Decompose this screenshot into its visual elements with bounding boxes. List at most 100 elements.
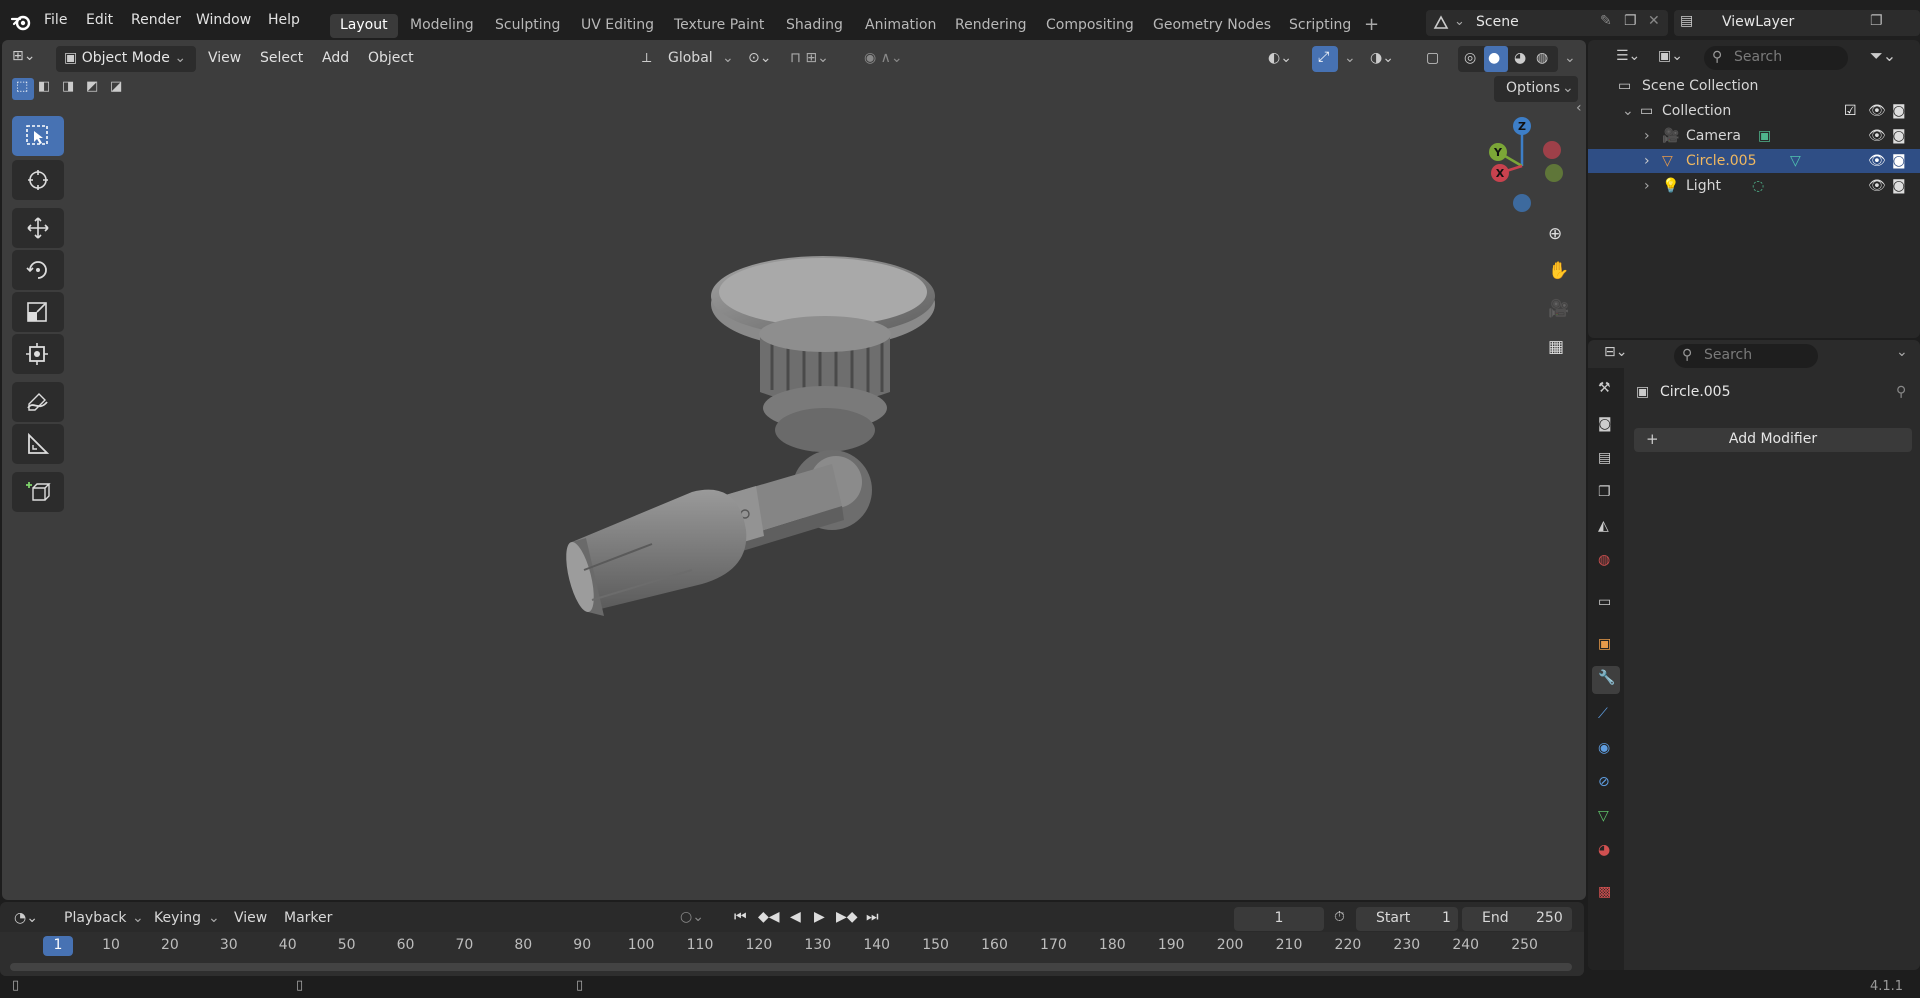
tool-move[interactable] [12, 208, 64, 248]
select-extend-icon[interactable]: ◧ [38, 79, 50, 94]
tab-layout[interactable]: Layout [330, 14, 398, 38]
light-data-icon[interactable]: ◌ [1752, 178, 1764, 194]
3d-viewport[interactable]: ⊞⌄ ▣ Object Mode ⌄ View Select Add Objec… [2, 40, 1586, 900]
auto-keying-icon[interactable]: ○⌄ [680, 909, 704, 925]
editor-type-icon[interactable]: ⊞⌄ [12, 48, 35, 64]
properties-search-input[interactable]: ⚲ Search [1674, 344, 1818, 368]
tab-output[interactable]: ▤ [1592, 446, 1620, 474]
render-camera-icon[interactable]: ◙ [1892, 103, 1906, 119]
options-dropdown[interactable]: Options ⌄ [1494, 76, 1578, 102]
camera-data-icon[interactable]: ▣ [1758, 128, 1771, 144]
chevron-down-icon[interactable]: ⌄ [1564, 50, 1576, 66]
prev-keyframe-icon[interactable]: ◆◀ [758, 909, 780, 925]
tab-texture[interactable]: ▩ [1592, 880, 1620, 908]
next-keyframe-icon[interactable]: ▶◆ [836, 909, 858, 925]
tab-world[interactable]: ◍ [1592, 548, 1620, 576]
tree-row-collection[interactable]: ⌄ ▭ Collection ☑ 👁 ◙ [1588, 99, 1920, 123]
menu-add[interactable]: Add [316, 46, 355, 72]
security-camera-mesh[interactable] [542, 240, 962, 630]
tool-annotate[interactable] [12, 382, 64, 422]
gizmo-toggle[interactable]: ⤢ [1312, 46, 1338, 72]
tab-scripting[interactable]: Scripting [1279, 14, 1361, 38]
tab-animation[interactable]: Animation [855, 14, 946, 38]
navigation-gizmo[interactable]: Z Y X [1472, 116, 1572, 216]
transform-orientation[interactable]: ⟂ Global ⌄ [640, 46, 736, 72]
chevron-down-icon[interactable]: ⌄ [1622, 103, 1634, 119]
proportional-edit-icon[interactable]: ◉ ∧⌄ [864, 50, 903, 66]
camera-view-button[interactable]: 🎥 [1540, 293, 1574, 327]
tool-scale[interactable] [12, 292, 64, 332]
frame-ruler[interactable]: 1 10 20 30 40 50 60 70 80 90 100 110 120 130 140 150 160… [0, 932, 1584, 976]
tool-measure[interactable] [12, 424, 64, 464]
timeline-editor-icon[interactable]: ◔⌄ [14, 910, 38, 926]
menu-keying[interactable]: Keying [154, 910, 201, 926]
play-reverse-icon[interactable]: ◀ [790, 909, 801, 925]
menu-object[interactable]: Object [362, 46, 420, 72]
menu-window[interactable]: Window [196, 12, 251, 28]
chevron-down-icon[interactable]: ⌄ [1344, 50, 1356, 66]
current-frame-field[interactable]: 1 [1234, 907, 1324, 931]
outliner-editor-icon[interactable]: ☰⌄ [1616, 48, 1640, 64]
rendered-shading-icon[interactable]: ◍ [1536, 50, 1548, 66]
xray-icon[interactable]: ▢ [1426, 50, 1439, 66]
add-workspace-icon[interactable]: + [1364, 14, 1379, 35]
tab-modeling[interactable]: Modeling [400, 14, 484, 38]
tab-object[interactable]: ▣ [1592, 632, 1620, 660]
pivot-icon[interactable]: ⊙⌄ [748, 50, 771, 66]
tab-render[interactable]: ◙ [1592, 412, 1620, 440]
add-modifier-button[interactable]: + Add Modifier [1634, 428, 1912, 452]
new-view-layer-icon[interactable]: ❐ [1870, 13, 1883, 29]
tab-material[interactable]: ◕ [1592, 838, 1620, 866]
menu-render[interactable]: Render [131, 12, 181, 28]
view-layer-selector[interactable]: ▤ ViewLayer ❐ [1674, 10, 1920, 36]
overlays-icon[interactable]: ◑⌄ [1370, 50, 1394, 66]
tab-data[interactable]: ▽ [1592, 804, 1620, 832]
select-subtract-icon[interactable]: ◨ [62, 79, 74, 94]
tab-scene[interactable]: ◭ [1592, 514, 1620, 542]
menu-file[interactable]: File [44, 12, 67, 28]
tab-compositing[interactable]: Compositing [1036, 14, 1144, 38]
display-mode-icon[interactable]: ▣⌄ [1658, 48, 1683, 64]
tab-uv-editing[interactable]: UV Editing [571, 14, 664, 38]
tool-select-box[interactable] [12, 116, 64, 156]
new-scene-icon[interactable]: ❐ [1624, 13, 1637, 29]
tab-rendering[interactable]: Rendering [945, 14, 1037, 38]
menu-playback[interactable]: Playback [64, 910, 126, 926]
menu-edit[interactable]: Edit [86, 12, 113, 28]
pin-icon[interactable]: ⚲ [1896, 384, 1906, 400]
material-shading-icon[interactable]: ◕ [1514, 50, 1526, 66]
menu-marker[interactable]: Marker [284, 910, 332, 926]
tool-add-cube[interactable] [12, 472, 64, 512]
mesh-data-icon[interactable]: ▽ [1790, 153, 1801, 169]
render-camera-icon[interactable]: ◙ [1892, 128, 1906, 144]
wireframe-shading-icon[interactable]: ◎ [1464, 50, 1476, 66]
tree-row-light[interactable]: › 💡 Light ◌ 👁 ◙ [1588, 174, 1920, 198]
select-invert-icon[interactable]: ◩ [86, 79, 98, 94]
chevron-left-icon[interactable]: ‹ [1576, 100, 1582, 116]
tool-cursor[interactable] [12, 160, 64, 200]
timeline-scrollbar[interactable] [10, 963, 1572, 971]
tab-physics[interactable]: ◉ [1592, 736, 1620, 764]
tab-sculpting[interactable]: Sculpting [485, 14, 570, 38]
menu-view[interactable]: View [202, 46, 247, 72]
stopwatch-icon[interactable]: ⏱ [1334, 909, 1345, 925]
close-icon[interactable]: ✕ [1648, 13, 1660, 29]
perspective-toggle-button[interactable]: ▦ [1540, 331, 1574, 365]
scene-selector[interactable]: ⌄ Scene ✎ ❐ ✕ [1426, 10, 1668, 36]
jump-end-icon[interactable]: ⏭ [866, 909, 879, 925]
select-intersect-icon[interactable]: ◪ [110, 79, 122, 94]
chevron-right-icon[interactable]: › [1644, 178, 1650, 194]
tab-view-layer[interactable]: ❐ [1592, 480, 1620, 508]
tab-collection[interactable]: ▭ [1592, 590, 1620, 618]
tab-modifiers[interactable]: 🔧 [1592, 666, 1620, 694]
select-new-button[interactable]: ⬚ [12, 78, 34, 100]
blender-logo-icon[interactable] [10, 11, 32, 33]
eye-icon[interactable]: 👁 [1868, 153, 1886, 169]
start-frame-field[interactable]: Start 1 [1356, 907, 1458, 931]
tool-rotate[interactable] [12, 250, 64, 290]
render-camera-icon[interactable]: ◙ [1892, 178, 1906, 194]
zoom-button[interactable]: ⊕ [1540, 218, 1574, 252]
filter-icon[interactable]: ⏷⌄ [1870, 46, 1896, 66]
tab-particles[interactable]: ⟋ [1592, 702, 1620, 730]
visibility-icon[interactable]: ◐⌄ [1268, 50, 1292, 66]
